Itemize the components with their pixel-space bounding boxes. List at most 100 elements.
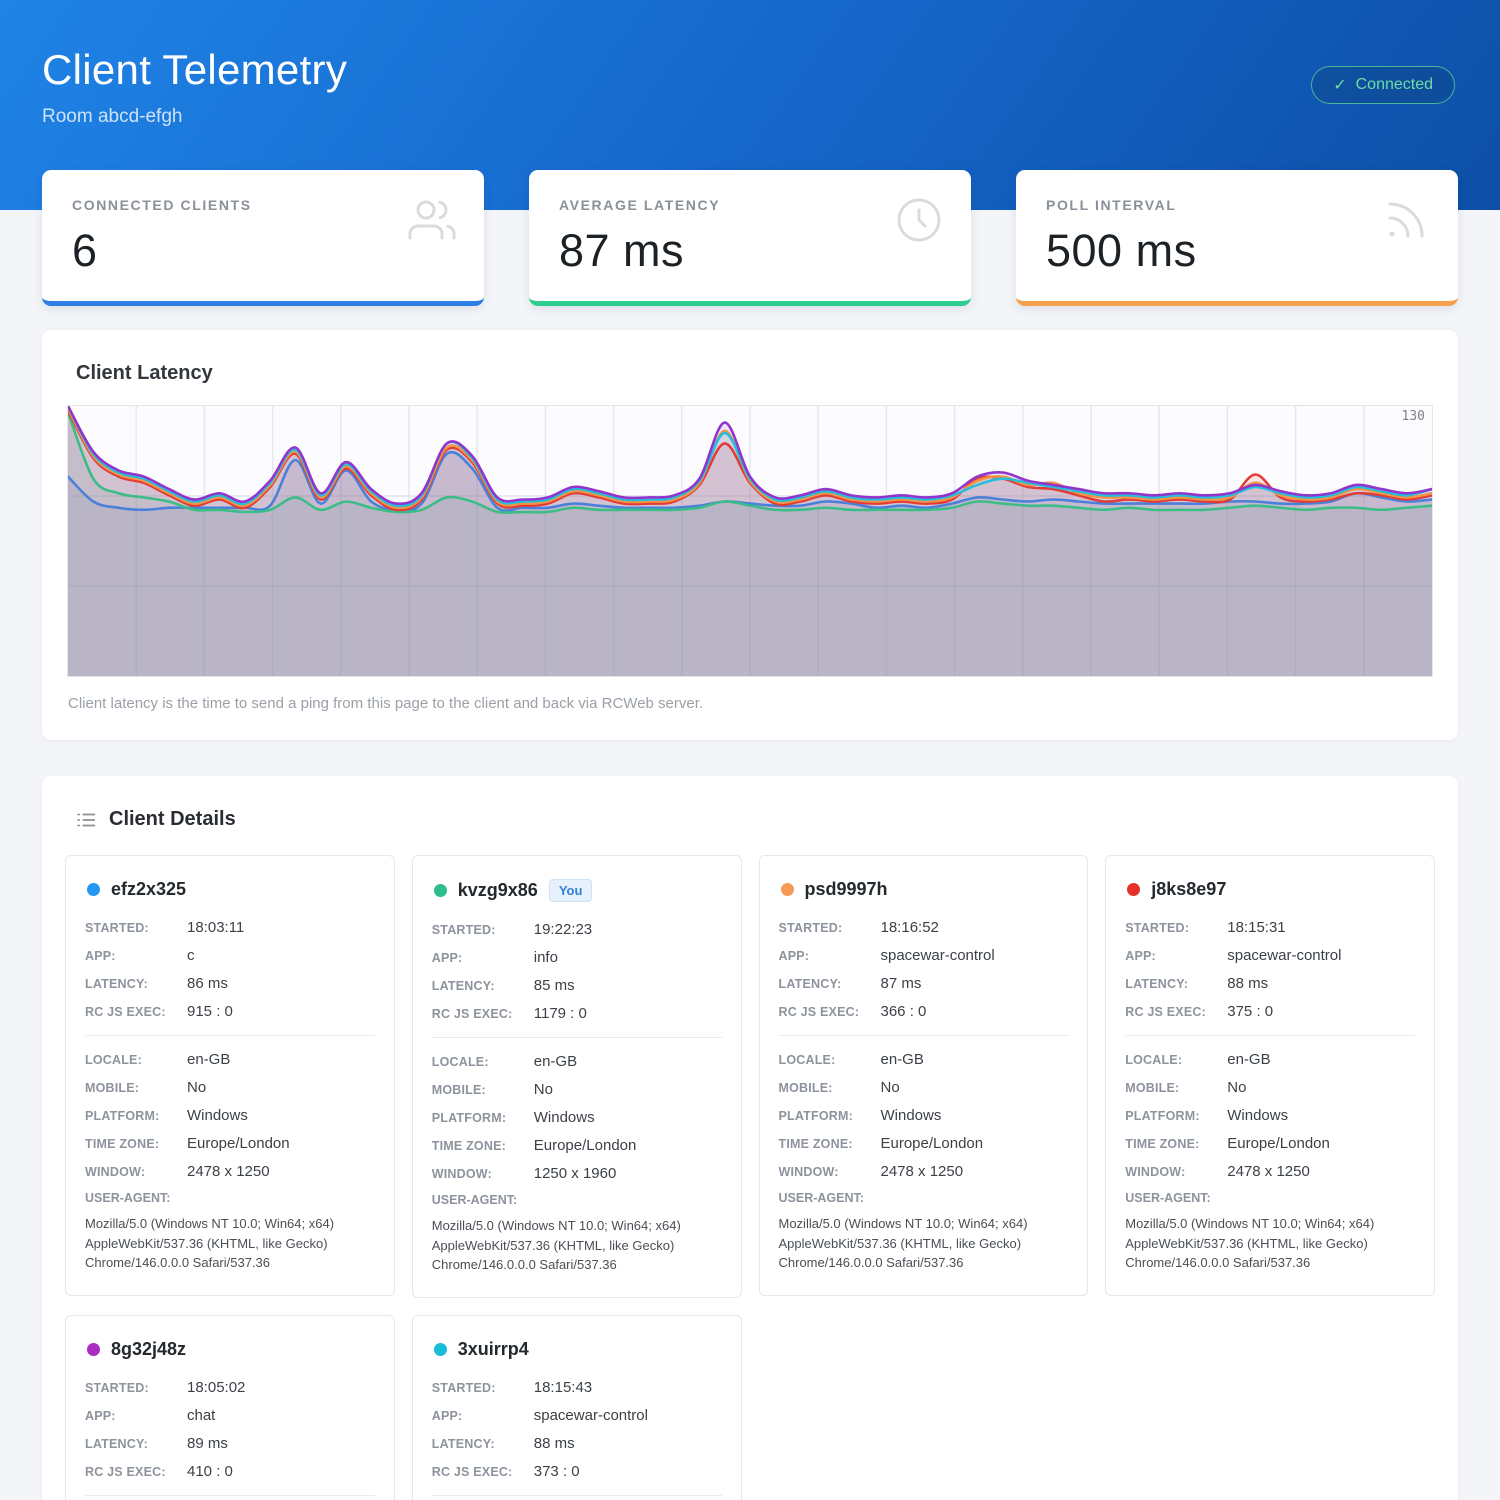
detail-row-latency: LATENCY: 88 ms	[432, 1435, 722, 1452]
detail-row-app: APP: spacewar-control	[1125, 947, 1415, 964]
y-axis-max-label: 130	[1402, 409, 1425, 424]
detail-value: No	[881, 1079, 1069, 1096]
detail-label: WINDOW:	[1125, 1165, 1227, 1179]
detail-row-mobile: MOBILE: No	[432, 1081, 722, 1098]
detail-label: LATENCY:	[85, 1437, 187, 1451]
detail-row-mobile: MOBILE: No	[85, 1079, 375, 1096]
detail-value: spacewar-control	[1227, 947, 1415, 964]
detail-value: Europe/London	[1227, 1135, 1415, 1152]
client-card-header: j8ks8e97	[1127, 879, 1415, 900]
detail-value: 86 ms	[187, 975, 375, 992]
detail-label: LATENCY:	[779, 977, 881, 991]
detail-label: STARTED:	[779, 921, 881, 935]
detail-row-platform: PLATFORM: Windows	[432, 1109, 722, 1126]
detail-row-latency: LATENCY: 85 ms	[432, 977, 722, 994]
detail-row-rcjs: RC JS EXEC: 366 : 0	[779, 1003, 1069, 1020]
detail-label: LATENCY:	[432, 979, 534, 993]
detail-row-started: STARTED: 18:15:31	[1125, 919, 1415, 936]
detail-row-started: STARTED: 18:16:52	[779, 919, 1069, 936]
client-details-card: Client Details efz2x325 STARTED: 18:03:1…	[42, 776, 1458, 1500]
user-agent-text: Mozilla/5.0 (Windows NT 10.0; Win64; x64…	[85, 1214, 375, 1273]
detail-row-timezone: TIME ZONE: Europe/London	[85, 1135, 375, 1152]
detail-value: No	[534, 1081, 722, 1098]
detail-label: WINDOW:	[779, 1165, 881, 1179]
list-icon	[75, 809, 97, 831]
detail-row-rcjs: RC JS EXEC: 1179 : 0	[432, 1005, 722, 1022]
stat-card: CONNECTED CLIENTS 6	[42, 170, 484, 306]
divider	[85, 1495, 375, 1496]
detail-row-app: APP: spacewar-control	[432, 1407, 722, 1424]
detail-row-latency: LATENCY: 88 ms	[1125, 975, 1415, 992]
detail-value: Europe/London	[534, 1137, 722, 1154]
divider	[432, 1495, 722, 1496]
client-id: j8ks8e97	[1151, 879, 1226, 900]
detail-label: APP:	[1125, 949, 1227, 963]
latency-chart-card: Client Latency 130 Client latency is the…	[42, 330, 1458, 740]
detail-value: 2478 x 1250	[187, 1163, 375, 1180]
client-card: j8ks8e97 STARTED: 18:15:31 APP: spacewar…	[1105, 855, 1435, 1296]
detail-value: 87 ms	[881, 975, 1069, 992]
detail-label: WINDOW:	[85, 1165, 187, 1179]
detail-row-rcjs: RC JS EXEC: 915 : 0	[85, 1003, 375, 1020]
client-id: efz2x325	[111, 879, 186, 900]
detail-label: TIME ZONE:	[779, 1137, 881, 1151]
details-title-row: Client Details	[75, 808, 1435, 831]
detail-row-rcjs: RC JS EXEC: 410 : 0	[85, 1463, 375, 1480]
chart-title: Client Latency	[76, 362, 1433, 385]
detail-value: en-GB	[881, 1051, 1069, 1068]
detail-label: WINDOW:	[432, 1167, 534, 1181]
detail-label: LATENCY:	[1125, 977, 1227, 991]
user-agent-text: Mozilla/5.0 (Windows NT 10.0; Win64; x64…	[1125, 1214, 1415, 1273]
detail-value: 85 ms	[534, 977, 722, 994]
divider	[432, 1037, 722, 1038]
detail-value: 915 : 0	[187, 1003, 375, 1020]
detail-label: MOBILE:	[779, 1081, 881, 1095]
detail-row-platform: PLATFORM: Windows	[85, 1107, 375, 1124]
status-label: Connected	[1356, 76, 1433, 94]
detail-value: 19:22:23	[534, 921, 722, 938]
detail-row-window: WINDOW: 2478 x 1250	[779, 1163, 1069, 1180]
detail-value: 1179 : 0	[534, 1005, 722, 1022]
detail-label: PLATFORM:	[432, 1111, 534, 1125]
detail-value: 18:15:43	[534, 1379, 722, 1396]
detail-row-started: STARTED: 18:05:02	[85, 1379, 375, 1396]
detail-value: 88 ms	[534, 1435, 722, 1452]
client-color-dot	[87, 1343, 100, 1356]
page-title: Client Telemetry	[42, 46, 1455, 94]
client-id: psd9997h	[805, 879, 888, 900]
detail-label: RC JS EXEC:	[432, 1465, 534, 1479]
client-color-dot	[87, 883, 100, 896]
detail-label: RC JS EXEC:	[1125, 1005, 1227, 1019]
detail-label: STARTED:	[1125, 921, 1227, 935]
detail-label: APP:	[432, 1409, 534, 1423]
detail-row-latency: LATENCY: 87 ms	[779, 975, 1069, 992]
client-card: kvzg9x86 You STARTED: 19:22:23 APP: info…	[412, 855, 742, 1298]
detail-label-user-agent: USER-AGENT:	[779, 1191, 1069, 1205]
detail-label: LOCALE:	[779, 1053, 881, 1067]
detail-value: Europe/London	[187, 1135, 375, 1152]
detail-value: 410 : 0	[187, 1463, 375, 1480]
detail-value: 89 ms	[187, 1435, 375, 1452]
detail-label: MOBILE:	[1125, 1081, 1227, 1095]
detail-value: en-GB	[1227, 1051, 1415, 1068]
stat-label: CONNECTED CLIENTS	[72, 197, 454, 213]
detail-row-mobile: MOBILE: No	[779, 1079, 1069, 1096]
detail-label: LOCALE:	[432, 1055, 534, 1069]
detail-row-app: APP: c	[85, 947, 375, 964]
detail-label: APP:	[779, 949, 881, 963]
detail-row-app: APP: spacewar-control	[779, 947, 1069, 964]
stat-card: POLL INTERVAL 500 ms	[1016, 170, 1458, 306]
client-color-dot	[781, 883, 794, 896]
detail-row-started: STARTED: 18:15:43	[432, 1379, 722, 1396]
clock-icon	[895, 196, 943, 244]
client-id: kvzg9x86	[458, 880, 538, 901]
detail-row-window: WINDOW: 1250 x 1960	[432, 1165, 722, 1182]
detail-label: STARTED:	[432, 923, 534, 937]
detail-label: STARTED:	[85, 1381, 187, 1395]
detail-row-started: STARTED: 19:22:23	[432, 921, 722, 938]
detail-value: 18:05:02	[187, 1379, 375, 1396]
detail-label: LATENCY:	[432, 1437, 534, 1451]
detail-value: spacewar-control	[881, 947, 1069, 964]
divider	[779, 1035, 1069, 1036]
detail-value: 18:03:11	[187, 919, 375, 936]
